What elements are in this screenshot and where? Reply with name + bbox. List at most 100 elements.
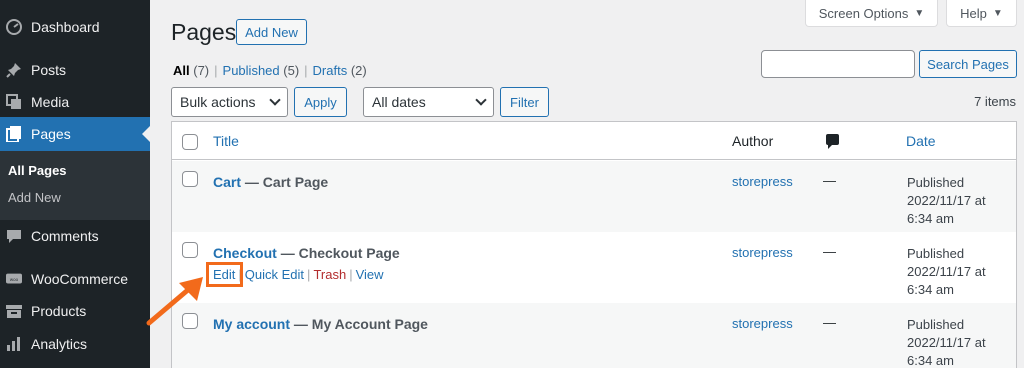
view-drafts-link[interactable]: Drafts (313, 63, 348, 78)
row-checkbox[interactable] (182, 242, 198, 258)
screen-options-button[interactable]: Screen Options ▼ (805, 0, 938, 27)
submenu-add-new[interactable]: Add New (8, 190, 61, 205)
menu-label: WooCommerce (31, 271, 128, 287)
author-link[interactable]: storepress (732, 174, 793, 189)
menu-comments[interactable]: Comments (0, 219, 150, 253)
current-indicator (142, 126, 150, 142)
menu-label: Products (31, 303, 87, 319)
separator: | (304, 63, 308, 78)
menu-analytics[interactable]: Analytics (0, 327, 150, 361)
date-day: 2022/11/17 at (907, 335, 986, 350)
page-title: Pages (171, 19, 237, 45)
date-filter-value: All dates (372, 94, 426, 110)
table-row: Checkout — Checkout Page Edit | Quick Edit… (172, 232, 1016, 303)
view-all-count: (7) (193, 63, 210, 78)
bulk-actions-value: Bulk actions (180, 94, 256, 110)
comments-count: — (823, 315, 836, 330)
row-title: Checkout — Checkout Page (213, 245, 400, 261)
menu-label: Comments (31, 228, 99, 244)
trash-link[interactable]: Trash (313, 267, 346, 282)
quick-edit-link[interactable]: Quick Edit (245, 267, 304, 282)
bulk-actions-select[interactable]: Bulk actions (171, 87, 288, 117)
annotation-arrow-icon (146, 277, 203, 326)
apply-button[interactable]: Apply (294, 87, 347, 117)
comments-count: — (823, 173, 836, 188)
menu-posts[interactable]: Posts (0, 53, 150, 87)
column-date[interactable]: Date (906, 133, 936, 149)
menu-label: Posts (31, 62, 67, 78)
column-author: Author (732, 133, 774, 149)
pages-submenu: All Pages Add New (0, 151, 150, 220)
menu-label: Dashboard (31, 19, 100, 35)
view-published-link[interactable]: Published (223, 63, 280, 78)
date-status: Published (907, 175, 965, 190)
pages-icon (6, 126, 22, 142)
menu-pages[interactable]: Pages (0, 117, 150, 151)
date-status: Published (907, 317, 965, 332)
column-title[interactable]: Title (213, 133, 239, 149)
comments-count: — (823, 244, 836, 259)
view-link[interactable]: View (356, 267, 384, 282)
separator: | (349, 267, 353, 282)
date-time: 6:34 am (907, 282, 954, 297)
menu-woocommerce[interactable]: woo WooCommerce (0, 262, 150, 296)
separator: | (307, 267, 311, 282)
view-drafts-count: (2) (350, 63, 367, 78)
menu-label: Media (31, 94, 70, 110)
page-title-link[interactable]: Checkout (213, 245, 277, 261)
submenu-all-pages[interactable]: All Pages (8, 163, 67, 178)
date-day: 2022/11/17 at (907, 264, 986, 279)
page-state: — Checkout Page (280, 245, 400, 261)
view-all-link[interactable]: All (173, 63, 190, 78)
media-icon (6, 94, 22, 110)
row-title: Cart — Cart Page (213, 174, 328, 190)
page-title-link[interactable]: My account (213, 316, 290, 332)
date-status: Published (907, 246, 965, 261)
pin-icon (6, 62, 22, 78)
comment-icon (6, 228, 22, 244)
row-checkbox[interactable] (182, 171, 198, 187)
chart-bar-icon (6, 336, 22, 352)
select-all-checkbox[interactable] (182, 134, 198, 150)
table-row: My account — My Account Page storepress … (172, 303, 1016, 368)
pages-table: Title Author Date Cart — Cart Page store… (171, 121, 1017, 368)
date-cell: Published 2022/11/17 at 6:34 am (907, 245, 986, 299)
screen-options-label: Screen Options (818, 5, 909, 21)
items-count: 7 items (974, 94, 1016, 109)
page-state: — My Account Page (293, 316, 428, 332)
author-link[interactable]: storepress (732, 245, 793, 260)
date-day: 2022/11/17 at (907, 193, 986, 208)
separator: | (214, 63, 218, 78)
search-pages-button[interactable]: Search Pages (919, 50, 1017, 78)
date-cell: Published 2022/11/17 at 6:34 am (907, 316, 986, 368)
chevron-down-icon (475, 94, 487, 106)
help-label: Help (960, 5, 987, 21)
caret-down-icon: ▼ (992, 7, 1003, 19)
filter-button[interactable]: Filter (500, 87, 549, 117)
woo-icon: woo (6, 271, 22, 287)
menu-label: Analytics (31, 336, 88, 352)
table-header: Title Author Date (172, 122, 1016, 160)
comment-icon (826, 134, 839, 149)
add-new-button[interactable]: Add New (236, 19, 307, 45)
menu-label: Pages (31, 126, 71, 142)
admin-sidebar: Dashboard Posts Media Pages All Pages Ad… (0, 0, 150, 368)
archive-icon (6, 303, 22, 319)
edit-highlight-box (206, 262, 243, 287)
search-input[interactable] (761, 50, 915, 78)
help-button[interactable]: Help ▼ (946, 0, 1017, 27)
menu-products[interactable]: Products (0, 294, 150, 328)
author-link[interactable]: storepress (732, 316, 793, 331)
chevron-down-icon (269, 94, 281, 106)
date-time: 6:34 am (907, 353, 954, 368)
page-state: — Cart Page (244, 174, 329, 190)
svg-text:woo: woo (10, 277, 19, 282)
date-time: 6:34 am (907, 211, 954, 226)
row-title: My account — My Account Page (213, 316, 428, 332)
date-filter-select[interactable]: All dates (363, 87, 494, 117)
menu-dashboard[interactable]: Dashboard (0, 10, 150, 44)
view-published-count: (5) (283, 63, 300, 78)
table-row: Cart — Cart Page storepress — Published … (172, 161, 1016, 232)
menu-media[interactable]: Media (0, 85, 150, 119)
page-title-link[interactable]: Cart (213, 174, 241, 190)
